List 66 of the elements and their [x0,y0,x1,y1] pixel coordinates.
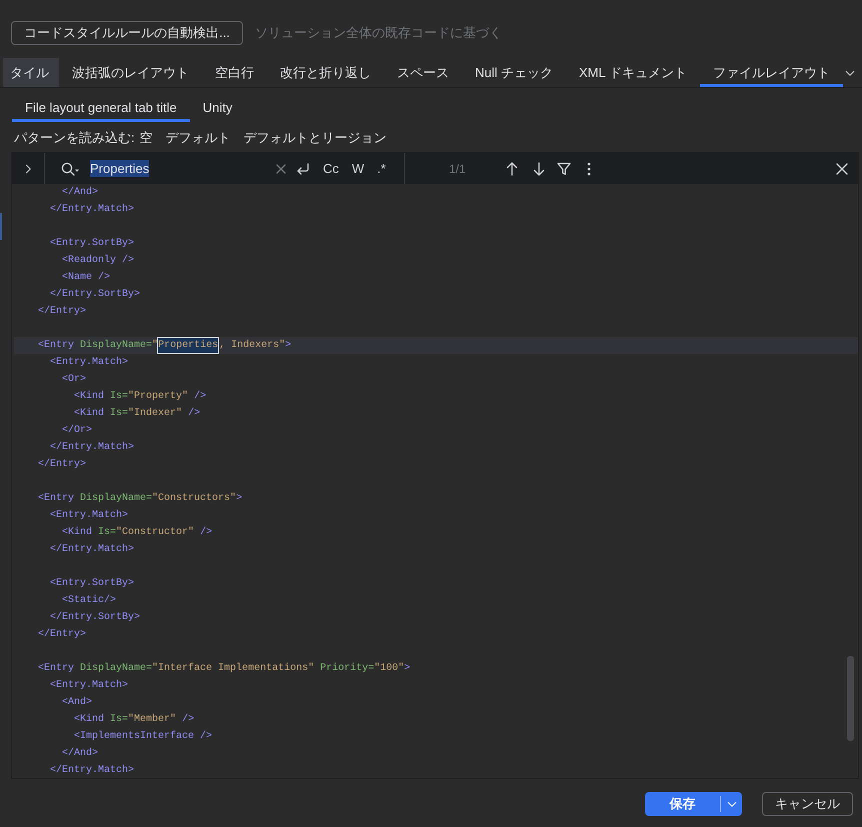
save-button[interactable]: 保存 [645,792,720,816]
tab[interactable]: 波括弧のレイアウト [59,58,202,87]
tab[interactable]: ファイルレイアウト [700,58,843,87]
tab[interactable]: Unity [190,93,246,122]
code-line: </Entry.Match> [50,440,134,455]
save-split-button[interactable]: 保存 [645,792,742,816]
code-line: </Entry> [38,304,86,319]
code-line: <Name /> [62,270,110,285]
more-icon[interactable] [586,162,591,176]
code-line: </Entry.SortBy> [50,288,140,302]
code-line: <Entry.SortBy> [50,237,134,251]
search-icon[interactable] [60,160,80,176]
code-text: , Indexers"> [219,338,292,353]
search-option-toggle[interactable]: W [352,161,364,176]
code-line: </Entry.Match> [50,542,134,557]
search-option-toggle[interactable]: Cc [323,161,339,176]
code-line: <And> [62,696,92,710]
code-line: <Entry DisplayName="Interface Implementations" Priority="100"> [38,662,410,676]
hint-text: ソリューション全体の既存コードに基づく [255,24,502,42]
up-arrow-icon[interactable] [504,160,519,176]
clear-icon[interactable] [276,164,286,174]
code-line: <Kind Is="Constructor" /> [62,526,212,540]
code-line: </And> [62,186,98,200]
code-line: </Entry> [38,458,86,472]
pattern-link[interactable]: 空 [140,129,153,147]
code-line: </Entry.Match> [50,764,134,778]
search-match: Properties [157,337,220,354]
return-arrow-icon[interactable] [295,160,311,176]
code-line: <Entry.Match> [50,678,128,693]
code-line: <Static/> [62,594,116,608]
code-line: </Entry.SortBy> [50,610,140,625]
tab[interactable]: スペース [384,58,462,87]
tab[interactable]: XML ドキュメント [566,58,700,87]
match-count: 1/1 [449,162,466,176]
code-line: <Readonly /> [62,254,134,268]
detect-style-button[interactable]: コードスタイルルールの自動検出... [11,21,243,45]
selection-indicator [0,213,2,240]
pattern-label: パターンを読み込む: [14,129,135,147]
pattern-link[interactable]: デフォルト [166,129,231,147]
code-line: <Or> [62,373,86,387]
code-line: </And> [62,746,98,761]
tab[interactable]: 改行と折り返し [267,58,384,87]
close-icon[interactable] [836,162,848,174]
code-line: </Entry> [38,628,86,642]
code-line: <Entry.Match> [50,356,128,370]
tab[interactable]: File layout general tab title [12,93,190,122]
code-line: <Entry DisplayName="Constructors"> [38,492,242,506]
code-line: <Entry.SortBy> [50,577,134,591]
code-line: <ImplementsInterface /> [74,730,212,744]
pattern-link[interactable]: デフォルトとリージョン [244,129,387,147]
tab[interactable]: タイル [3,58,59,87]
cancel-button[interactable]: キャンセル [762,792,853,816]
code-line: <Entry.Match> [50,508,128,523]
down-arrow-icon[interactable] [532,160,546,176]
code-line: <Kind Is="Indexer" /> [74,406,200,421]
code-line: <Kind Is="Member" /> [74,712,194,727]
search-option-toggle[interactable]: .* [377,161,386,176]
scrollbar-thumb[interactable] [847,656,854,741]
code-line: </Entry.Match> [50,202,134,217]
code-line: </Or> [62,424,92,438]
filter-icon[interactable] [556,162,571,176]
code-line: <Kind Is="Property" /> [74,390,206,404]
search-field[interactable]: Properties [88,161,272,176]
tab[interactable]: 空白行 [202,58,267,87]
tab[interactable]: Null チェック [462,58,566,87]
code-text: <Entry DisplayName=" [38,338,158,353]
